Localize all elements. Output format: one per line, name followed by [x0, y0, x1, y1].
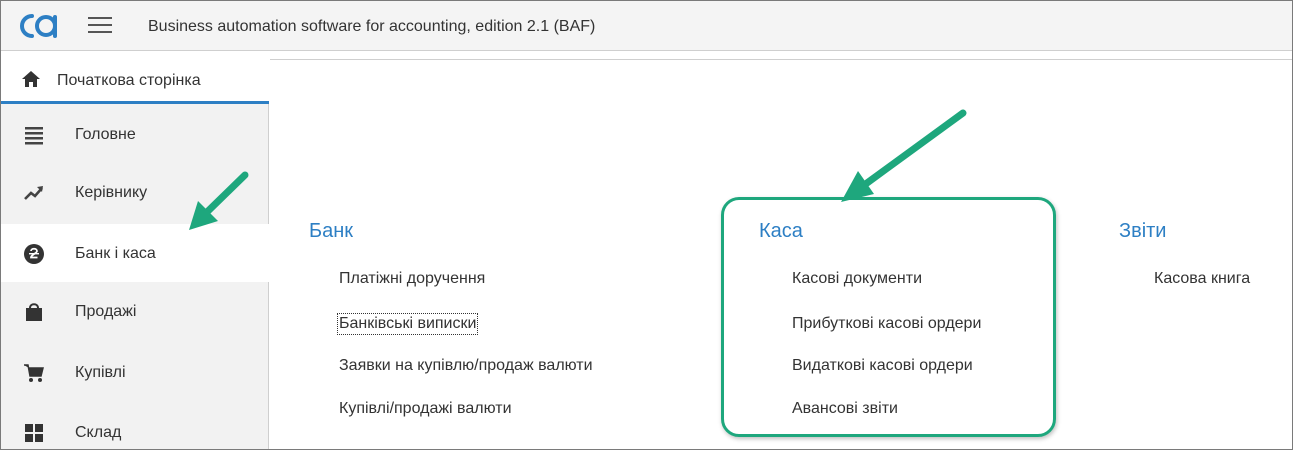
- app-title: Business automation software for account…: [148, 18, 596, 35]
- section-title-reports: Звіти: [1119, 220, 1167, 242]
- currency-icon: [24, 244, 44, 264]
- trend-icon: [24, 186, 43, 200]
- home-page-tab[interactable]: Початкова сторінка: [1, 51, 269, 104]
- sidebar-item-label: Склад: [75, 424, 122, 441]
- app-window: Business automation software for account…: [0, 0, 1293, 450]
- link-payment-orders[interactable]: Платіжні доручення: [339, 270, 485, 288]
- sidebar-item-label: Головне: [75, 126, 136, 143]
- app-logo-icon[interactable]: [13, 11, 71, 41]
- sidebar-item-label: Керівнику: [75, 184, 148, 201]
- link-cash-book[interactable]: Касова книга: [1154, 270, 1250, 288]
- sidebar-item-sales[interactable]: Продажі: [1, 282, 269, 340]
- main-top-divider: [270, 59, 1292, 60]
- sidebar: Початкова сторінка Головне Керівнику Бан…: [1, 51, 269, 449]
- sidebar-item-bank-and-cash[interactable]: Банк і каса: [1, 224, 269, 282]
- link-currency-trades[interactable]: Купівлі/продажі валюти: [339, 400, 512, 418]
- cash-section-highlight: [721, 197, 1056, 437]
- title-bar: Business automation software for account…: [1, 1, 1292, 51]
- sidebar-item-label: Продажі: [75, 303, 137, 320]
- link-currency-requests[interactable]: Заявки на купівлю/продаж валюти: [339, 357, 593, 375]
- sidebar-item-main[interactable]: Головне: [1, 105, 269, 163]
- sidebar-item-label: Банк і каса: [75, 245, 156, 262]
- section-title-bank: Банк: [309, 220, 354, 242]
- home-page-label: Початкова сторінка: [57, 72, 201, 89]
- sidebar-item-label: Купівлі: [75, 364, 126, 381]
- grid-icon: [25, 424, 43, 442]
- list-icon: [25, 127, 43, 145]
- home-icon: [22, 71, 40, 87]
- cart-icon: [24, 364, 44, 382]
- menu-hamburger-icon[interactable]: [85, 11, 115, 39]
- link-bank-statements[interactable]: Банківські виписки: [336, 313, 479, 335]
- sidebar-item-purchases[interactable]: Купівлі: [1, 343, 269, 401]
- shopping-bag-icon: [26, 303, 42, 321]
- sidebar-item-manager[interactable]: Керівнику: [1, 163, 269, 221]
- sidebar-item-warehouse[interactable]: Склад: [1, 403, 269, 449]
